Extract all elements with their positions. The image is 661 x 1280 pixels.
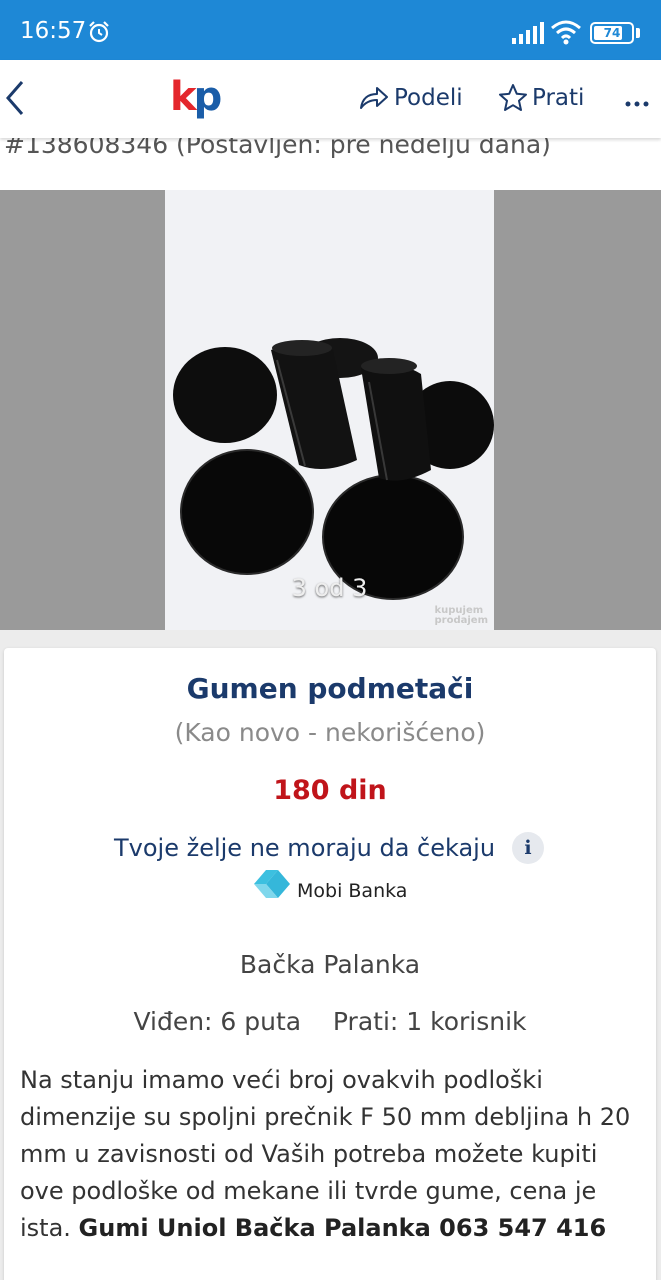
listing-stats: Viđen: 6 puta Prati: 1 korisnik [4, 1007, 656, 1036]
listing-card: Gumen podmetači (Kao novo - nekorišćeno)… [4, 648, 656, 1280]
watermark: kupujem prodajem [435, 606, 489, 626]
rubber-pads-image [165, 190, 494, 630]
share-icon [360, 87, 388, 109]
battery-percent: 74 [603, 26, 621, 40]
ad-id-line: #138608346 (Postavljen: pre nedelju dana… [4, 138, 551, 159]
product-photo[interactable]: 3 od 3 kupujem prodajem [165, 190, 494, 630]
promo-text[interactable]: Tvoje želje ne moraju da čekaju [114, 834, 495, 862]
share-button[interactable]: Podeli [358, 80, 463, 116]
follow-button[interactable]: Prati [498, 80, 584, 116]
more-dots-icon[interactable] [622, 80, 652, 116]
kp-logo[interactable]: kp [170, 72, 223, 122]
share-label: Podeli [394, 85, 463, 111]
description-contact: Gumi Uniol Bačka Palanka 063 547 416 [78, 1214, 607, 1242]
mobi-banka-text: Mobi Banka [297, 880, 408, 902]
listing-location: Bačka Palanka [239, 950, 421, 979]
wifi-icon [551, 20, 581, 45]
views-count: Viđen: 6 puta [133, 1007, 302, 1036]
listing-title: Gumen podmetači [186, 672, 474, 705]
image-counter: 3 od 3 [291, 574, 368, 602]
logo-k: k [170, 74, 197, 120]
status-time: 16:57 [20, 18, 87, 44]
cellular-signal-icon [512, 22, 544, 44]
followers-count: Prati: 1 korisnik [332, 1007, 527, 1036]
listing-condition: (Kao novo - nekorišćeno) [174, 718, 486, 747]
watermark-line2: prodajem [434, 615, 489, 626]
battery-icon: 74 [590, 22, 634, 44]
back-chevron-icon[interactable] [0, 68, 40, 128]
star-icon [499, 84, 527, 111]
status-bar: 16:57 74 [0, 0, 661, 60]
app-header: kp Podeli Prati [0, 60, 661, 138]
mobi-banka-logo-icon [254, 870, 290, 898]
ad-id-strip: #138608346 (Postavljen: pre nedelju dana… [0, 138, 661, 190]
battery-tip [636, 28, 640, 38]
listing-description: Na stanju imamo veći broj ovakvih podloš… [20, 1062, 640, 1247]
listing-price: 180 din [273, 775, 387, 806]
follow-label: Prati [532, 85, 585, 111]
logo-p: p [193, 74, 223, 120]
info-icon[interactable]: i [512, 832, 544, 864]
image-gallery[interactable]: 3 od 3 kupujem prodajem [0, 190, 661, 630]
alarm-clock-icon [89, 21, 109, 43]
